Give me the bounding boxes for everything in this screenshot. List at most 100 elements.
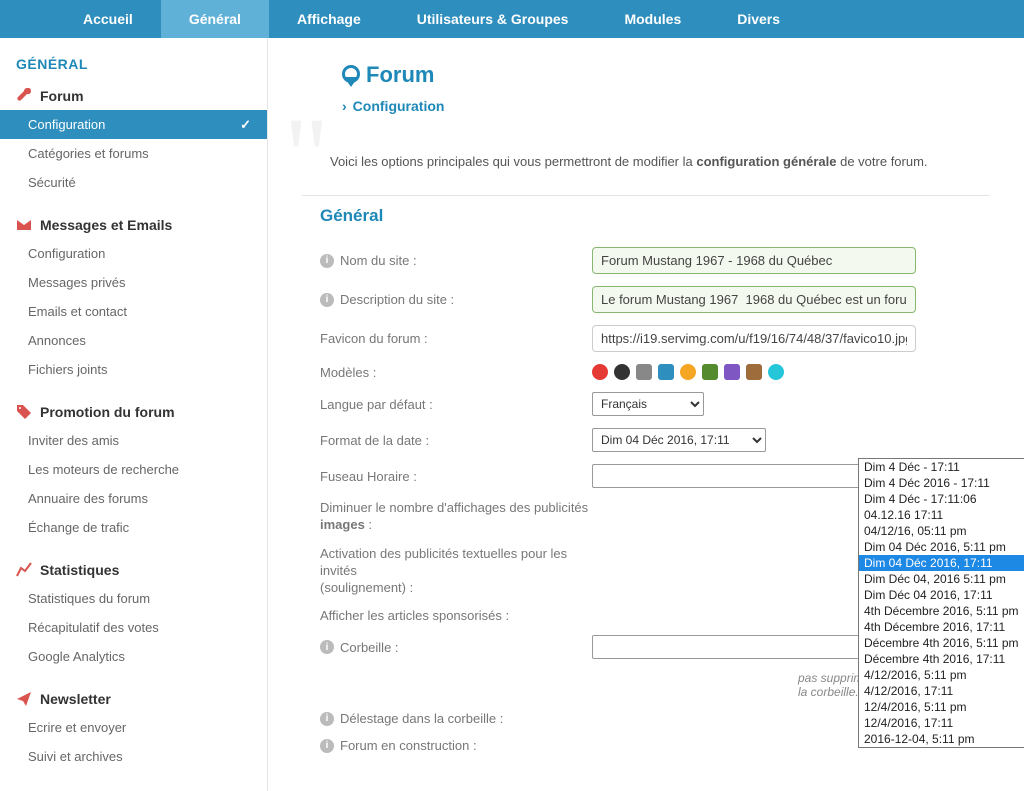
info-icon: i <box>320 293 334 307</box>
model-icon[interactable] <box>724 364 740 380</box>
date-option[interactable]: Décembre 4th 2016, 5:11 pm <box>859 635 1024 651</box>
sidebar-item-fichiers[interactable]: Fichiers joints <box>0 355 267 384</box>
date-option[interactable]: Dim 4 Déc - 17:11 <box>859 459 1024 475</box>
nav-accueil[interactable]: Accueil <box>55 0 161 38</box>
site-name-input[interactable] <box>592 247 916 274</box>
sidebar-item-ecrire[interactable]: Ecrire et envoyer <box>0 713 267 742</box>
date-option[interactable]: 04/12/16, 05:11 pm <box>859 523 1024 539</box>
label-trash: Corbeille : <box>340 640 399 655</box>
sidebar-item-emails[interactable]: Emails et contact <box>0 297 267 326</box>
date-option[interactable]: 4/12/2016, 5:11 pm <box>859 667 1024 683</box>
model-icon[interactable] <box>680 364 696 380</box>
sidebar-section-stats[interactable]: Statistiques <box>0 556 267 584</box>
page-header: Forum › Configuration <box>342 62 990 114</box>
sidebar-section-forum[interactable]: Forum <box>0 82 267 110</box>
nav-divers[interactable]: Divers <box>709 0 808 38</box>
send-icon <box>16 691 32 707</box>
lang-select[interactable]: Français <box>592 392 704 416</box>
info-icon: i <box>320 254 334 268</box>
sidebar-section-label: Statistiques <box>40 562 119 578</box>
sidebar-section-label: Messages et Emails <box>40 217 172 233</box>
main-content: Forum › Configuration " Voici les option… <box>268 38 1024 791</box>
sidebar-title: GÉNÉRAL <box>0 38 267 82</box>
info-icon: i <box>320 712 334 726</box>
date-option[interactable]: Décembre 4th 2016, 17:11 <box>859 651 1024 667</box>
info-icon: i <box>320 640 334 654</box>
date-option[interactable]: Dim 4 Déc 2016 - 17:11 <box>859 475 1024 491</box>
label-trash-delete: Délestage dans la corbeille : <box>340 711 503 726</box>
sidebar-item-msg-prives[interactable]: Messages privés <box>0 268 267 297</box>
date-option[interactable]: 4/12/2016, 17:11 <box>859 683 1024 699</box>
model-icon[interactable] <box>592 364 608 380</box>
sidebar-item-stats-forum[interactable]: Statistiques du forum <box>0 584 267 613</box>
date-option[interactable]: 4th Décembre 2016, 17:11 <box>859 619 1024 635</box>
sidebar-item-securite[interactable]: Sécurité <box>0 168 267 197</box>
sidebar-item-annuaire[interactable]: Annuaire des forums <box>0 484 267 513</box>
nav-modules[interactable]: Modules <box>596 0 709 38</box>
label-site-name: Nom du site : <box>340 253 417 268</box>
chevron-right-icon: › <box>342 98 347 114</box>
envelope-icon <box>16 217 32 233</box>
model-icon[interactable] <box>636 364 652 380</box>
tags-icon <box>16 404 32 420</box>
date-option[interactable]: 12/4/2016, 17:11 <box>859 715 1024 731</box>
sidebar-section-messages[interactable]: Messages et Emails <box>0 211 267 239</box>
page-title: Forum <box>366 62 434 88</box>
sidebar-item-recap-votes[interactable]: Récapitulatif des votes <box>0 613 267 642</box>
sidebar-item-suivi[interactable]: Suivi et archives <box>0 742 267 771</box>
model-icon[interactable] <box>614 364 630 380</box>
date-format-dropdown[interactable]: Dim 4 Déc - 17:11Dim 4 Déc 2016 - 17:11D… <box>858 458 1024 748</box>
sidebar-section-label: Forum <box>40 88 84 104</box>
sidebar-item-categories[interactable]: Catégories et forums <box>0 139 267 168</box>
date-option[interactable]: Dim Déc 04, 2016 5:11 pm <box>859 571 1024 587</box>
date-option[interactable]: 12/4/2016, 5:11 pm <box>859 699 1024 715</box>
nav-general[interactable]: Général <box>161 0 269 38</box>
date-option[interactable]: 04.12.16 17:11 <box>859 507 1024 523</box>
date-option[interactable]: Dim 4 Déc - 17:11:06 <box>859 491 1024 507</box>
site-desc-input[interactable] <box>592 286 916 313</box>
sidebar: GÉNÉRAL Forum Configuration Catégories e… <box>0 38 268 791</box>
model-icon[interactable] <box>768 364 784 380</box>
sidebar-item-analytics[interactable]: Google Analytics <box>0 642 267 671</box>
label-sponsored: Afficher les articles sponsorisés : <box>320 608 509 623</box>
sidebar-item-msg-config[interactable]: Configuration <box>0 239 267 268</box>
date-option[interactable]: Dim 04 Déc 2016, 5:11 pm <box>859 539 1024 555</box>
date-option[interactable]: Dim 04 Déc 2016, 17:11 <box>859 555 1024 571</box>
label-site-desc: Description du site : <box>340 292 454 307</box>
model-icon[interactable] <box>702 364 718 380</box>
wrench-icon <box>16 88 32 104</box>
top-nav: Accueil Général Affichage Utilisateurs &… <box>0 0 1024 38</box>
label-favicon: Favicon du forum : <box>320 331 428 346</box>
chart-icon <box>16 562 32 578</box>
sidebar-section-label: Newsletter <box>40 691 111 707</box>
breadcrumb: Configuration <box>353 98 445 114</box>
nav-utilisateurs[interactable]: Utilisateurs & Groupes <box>389 0 597 38</box>
favicon-input[interactable] <box>592 325 916 352</box>
models-icons <box>592 364 784 380</box>
sidebar-item-inviter[interactable]: Inviter des amis <box>0 426 267 455</box>
date-option[interactable]: Dim Déc 04 2016, 17:11 <box>859 587 1024 603</box>
date-option[interactable]: 4th Décembre 2016, 5:11 pm <box>859 603 1024 619</box>
label-lang: Langue par défaut : <box>320 397 433 412</box>
info-icon: i <box>320 739 334 753</box>
label-ads: Diminuer le nombre d'affichages des publ… <box>320 500 588 515</box>
label-models: Modèles : <box>320 365 376 380</box>
sidebar-item-annonces[interactable]: Annonces <box>0 326 267 355</box>
label-date: Format de la date : <box>320 433 429 448</box>
sidebar-item-configuration[interactable]: Configuration <box>0 110 267 139</box>
sidebar-item-moteurs[interactable]: Les moteurs de recherche <box>0 455 267 484</box>
sidebar-section-newsletter[interactable]: Newsletter <box>0 685 267 713</box>
pin-icon <box>342 65 356 85</box>
label-construction: Forum en construction : <box>340 738 477 753</box>
sidebar-item-echange[interactable]: Échange de trafic <box>0 513 267 542</box>
model-icon[interactable] <box>658 364 674 380</box>
label-tz: Fuseau Horaire : <box>320 469 417 484</box>
timezone-select[interactable] <box>592 464 874 488</box>
sidebar-section-promotion[interactable]: Promotion du forum <box>0 398 267 426</box>
intro-text: Voici les options principales qui vous p… <box>330 154 990 169</box>
nav-affichage[interactable]: Affichage <box>269 0 389 38</box>
model-icon[interactable] <box>746 364 762 380</box>
date-option[interactable]: 2016-12-04, 5:11 pm <box>859 731 1024 747</box>
sidebar-section-label: Promotion du forum <box>40 404 175 420</box>
date-format-select[interactable]: Dim 04 Déc 2016, 17:11 <box>592 428 766 452</box>
